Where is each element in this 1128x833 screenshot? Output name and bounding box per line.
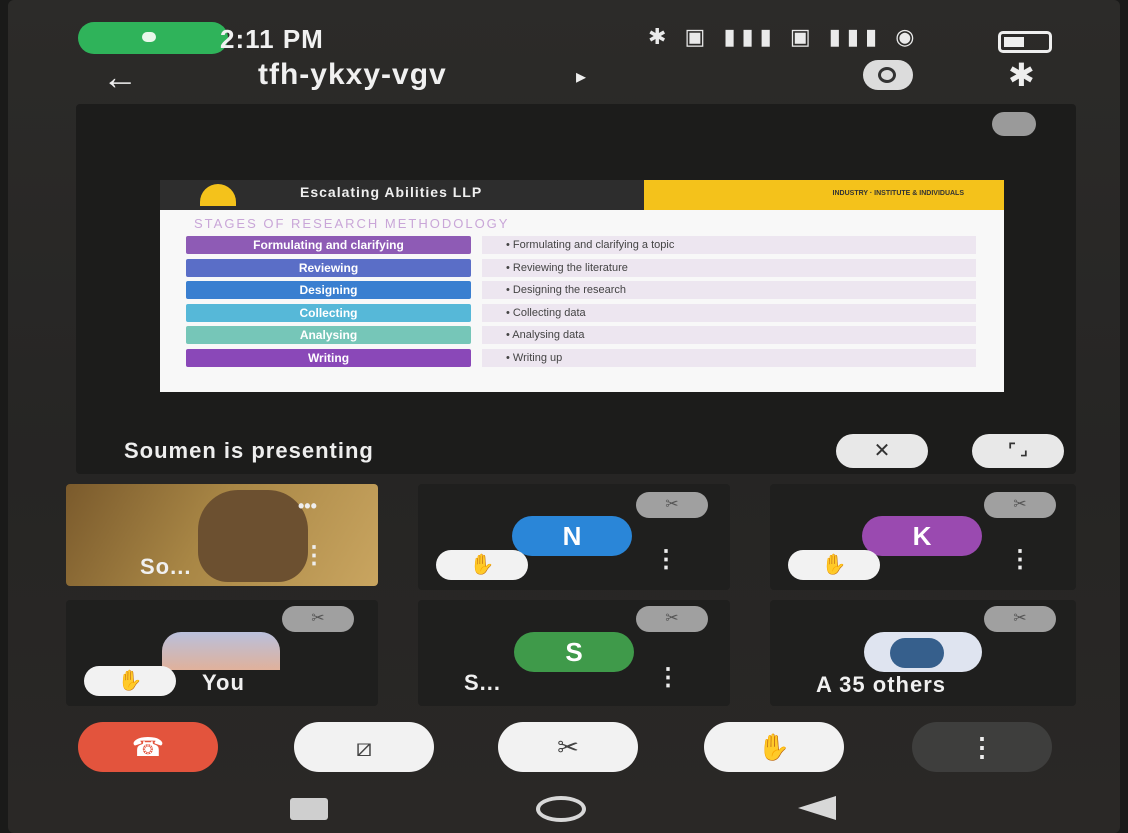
participant-tile-n[interactable]: ✂ N ✋ ⋮: [418, 484, 730, 590]
participant-tile-you[interactable]: ✂ ✋ You: [66, 600, 378, 706]
step-label: Formulating and clarifying: [186, 236, 471, 254]
slide-tagline: INDUSTRY · INSTITUTE & INDIVIDUALS: [832, 190, 964, 197]
participant-tile-s[interactable]: ✂ S S... ⋮: [418, 600, 730, 706]
methodology-step: Writing • Writing up: [186, 348, 976, 369]
raised-hand-icon: ✋: [788, 550, 880, 580]
participant-video: •••: [66, 484, 378, 586]
chevron-right-icon[interactable]: ▸: [576, 64, 586, 89]
methodology-step: Analysing • Analysing data: [186, 326, 976, 346]
call-active-pill[interactable]: [78, 22, 228, 54]
status-icons: ✱ ▣ ▮▮▮ ▣ ▮▮▮ ◉: [648, 24, 921, 49]
participant-menu-icon[interactable]: ⋮: [1008, 548, 1032, 572]
slide-title: STAGES OF RESEARCH METHODOLOGY: [194, 216, 510, 231]
avatar: [864, 632, 982, 672]
battery-icon: [998, 31, 1052, 53]
participant-tile-others[interactable]: ✂ A 35 others: [770, 600, 1076, 706]
step-label: Reviewing: [186, 258, 471, 277]
participant-tile-k[interactable]: ✂ K ✋ ⋮: [770, 484, 1076, 590]
meeting-code[interactable]: tfh-ykxy-vgv: [258, 58, 447, 92]
mic-off-button[interactable]: ✂: [498, 722, 638, 772]
step-description: • Designing the research: [482, 281, 976, 299]
participant-menu-icon[interactable]: ⋮: [302, 544, 326, 568]
camera-off-button[interactable]: ⧄: [294, 722, 434, 772]
raised-hand-icon: ✋: [436, 550, 528, 580]
clock: 2:11 PM: [220, 24, 324, 54]
step-label: Writing: [186, 348, 471, 367]
mic-muted-icon: ✂: [984, 606, 1056, 632]
participant-tile-soumen[interactable]: ••• So... ⋮: [66, 484, 378, 586]
avatar: S: [514, 632, 634, 672]
others-count: A 35 others: [816, 672, 947, 697]
methodology-step: Reviewing • Reviewing the literature: [186, 258, 976, 279]
company-logo: [200, 184, 236, 206]
step-label: Collecting: [186, 303, 471, 322]
mic-muted-icon: ✂: [984, 492, 1056, 518]
speaking-indicator-icon: •••: [298, 496, 317, 516]
bluetooth-audio-icon[interactable]: ✱: [1008, 56, 1035, 94]
methodology-step: Formulating and clarifying • Formulating …: [186, 236, 976, 256]
end-call-button[interactable]: ☎: [78, 722, 218, 772]
participant-name: You: [202, 670, 245, 695]
status-bar: 2:11 PM ✱ ▣ ▮▮▮ ▣ ▮▮▮ ◉: [8, 18, 1120, 58]
phone-screen: 2:11 PM ✱ ▣ ▮▮▮ ▣ ▮▮▮ ◉ ← tfh-ykxy-vgv ▸…: [8, 0, 1120, 833]
step-label: Designing: [186, 281, 471, 299]
back-nav-button[interactable]: [798, 796, 836, 820]
back-arrow-icon[interactable]: ←: [102, 56, 138, 98]
participant-name: So...: [140, 554, 192, 579]
participant-name: S...: [464, 670, 502, 695]
presentation-area[interactable]: Escalating Abilities LLP INDUSTRY · INST…: [76, 104, 1076, 474]
avatar: K: [862, 516, 982, 556]
home-nav-button[interactable]: [536, 796, 586, 822]
participant-menu-icon[interactable]: ⋮: [654, 548, 678, 572]
step-description: • Reviewing the literature: [482, 258, 976, 277]
step-description: • Formulating and clarifying a topic: [482, 236, 976, 254]
presenting-label: Soumen is presenting: [124, 438, 374, 463]
step-description: • Analysing data: [482, 326, 976, 344]
participant-menu-icon[interactable]: ⋮: [656, 666, 680, 690]
more-options-button[interactable]: ⋮: [912, 722, 1052, 772]
step-description: • Collecting data: [482, 303, 976, 322]
participant-face: [198, 490, 308, 582]
methodology-step: Collecting • Collecting data: [186, 303, 976, 324]
slide-brand: Escalating Abilities LLP: [300, 184, 483, 200]
avatar: N: [512, 516, 632, 556]
step-description: • Writing up: [482, 348, 976, 367]
mic-muted-icon: ✂: [282, 606, 354, 632]
avatar: [162, 632, 280, 670]
mic-muted-icon: ✂: [636, 492, 708, 518]
shared-slide: Escalating Abilities LLP INDUSTRY · INST…: [160, 180, 1004, 392]
slide-header: Escalating Abilities LLP INDUSTRY · INST…: [160, 180, 1004, 210]
raised-hand-icon: ✋: [84, 666, 176, 696]
step-label: Analysing: [186, 326, 471, 344]
fullscreen-button[interactable]: ⌜ ⌟: [972, 434, 1064, 468]
methodology-step: Designing • Designing the research: [186, 281, 976, 301]
unpin-button[interactable]: ✕: [836, 434, 928, 468]
methodology-steps: Formulating and clarifying • Formulating …: [186, 236, 976, 371]
recents-nav-button[interactable]: [290, 798, 328, 820]
raise-hand-button[interactable]: ✋: [704, 722, 844, 772]
presenter-mic-muted-icon: [992, 112, 1036, 136]
mic-muted-icon: ✂: [636, 606, 708, 632]
app-bar: ← tfh-ykxy-vgv ▸ ✱: [8, 56, 1120, 100]
switch-camera-icon[interactable]: [863, 60, 913, 90]
